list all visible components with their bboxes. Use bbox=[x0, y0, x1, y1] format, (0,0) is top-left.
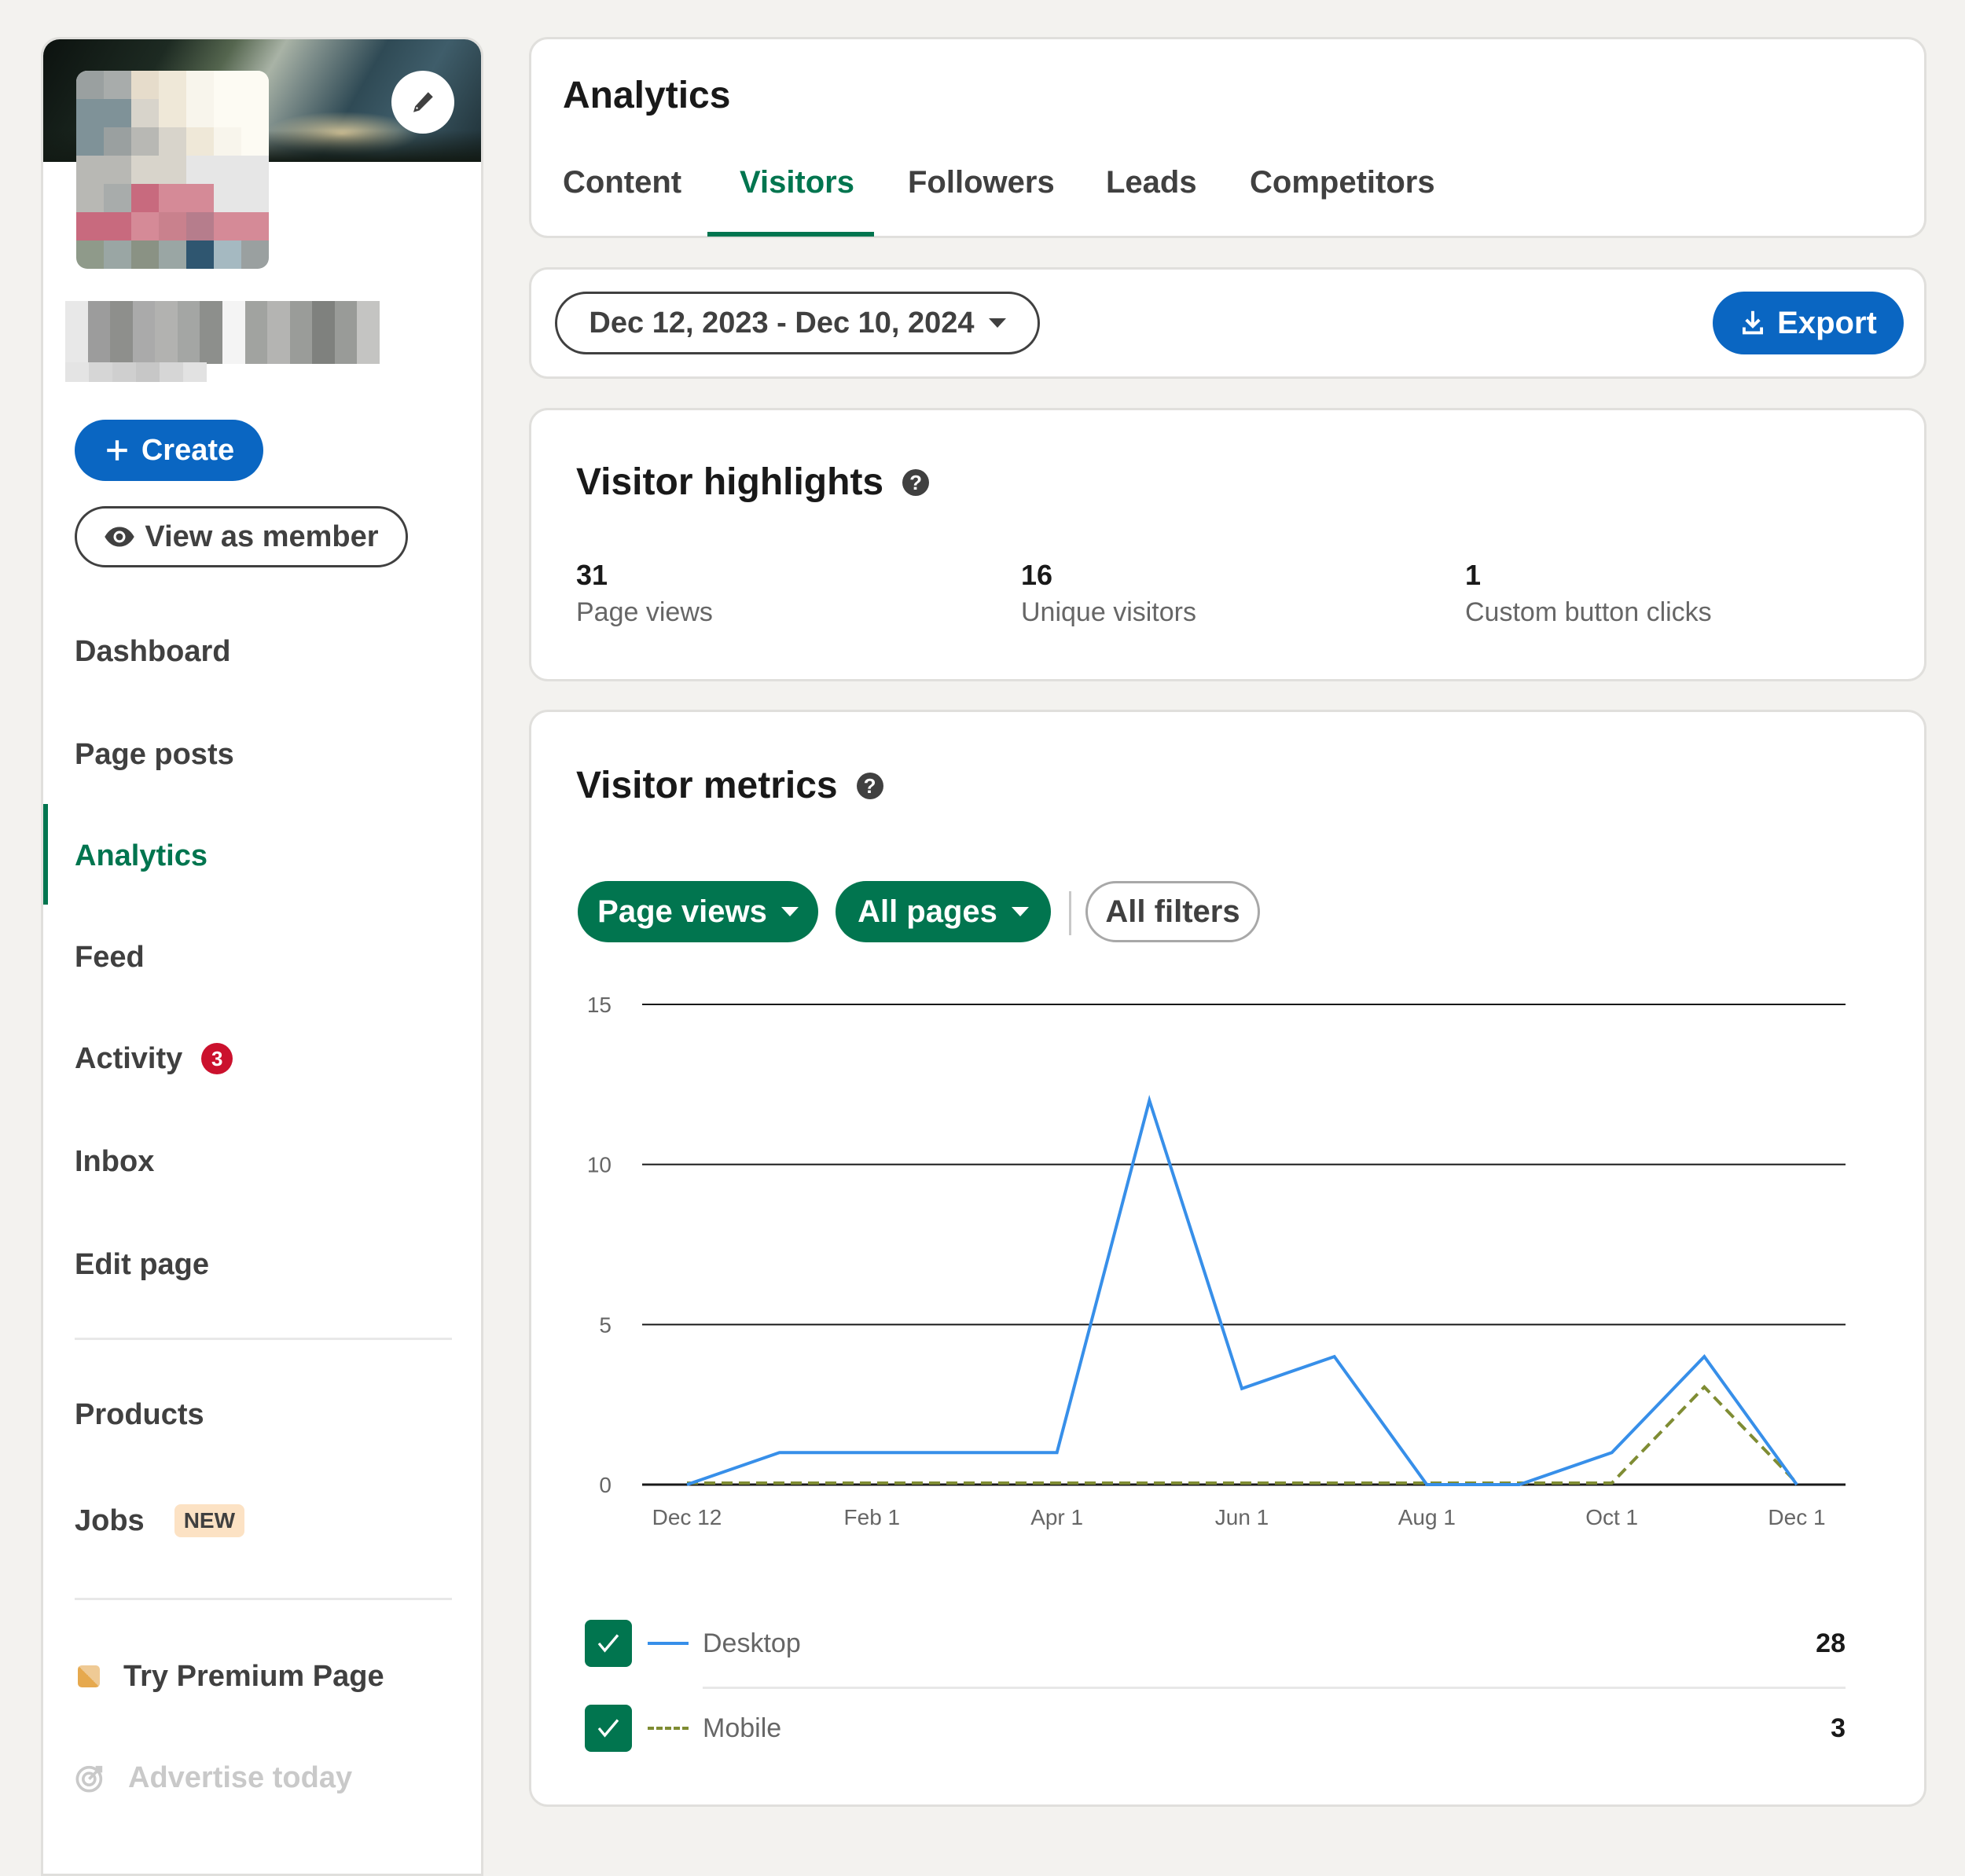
nav-try-premium[interactable]: Try Premium Page bbox=[78, 1653, 384, 1700]
nav-label: Activity bbox=[75, 1035, 182, 1082]
nav-label: Advertise today bbox=[128, 1754, 352, 1801]
page-name-redacted bbox=[65, 301, 380, 364]
mobile-line-swatch bbox=[648, 1727, 689, 1730]
legend-label: Mobile bbox=[703, 1713, 1831, 1744]
notification-badge: 3 bbox=[201, 1043, 233, 1074]
y-tick-label: 0 bbox=[599, 1473, 612, 1497]
y-tick-label: 10 bbox=[587, 1153, 612, 1177]
nav-feed[interactable]: Feed bbox=[75, 934, 145, 981]
tab-content[interactable]: Content bbox=[563, 165, 681, 200]
nav-edit-page[interactable]: Edit page bbox=[75, 1241, 209, 1288]
eye-icon bbox=[104, 525, 135, 549]
nav-products[interactable]: Products bbox=[75, 1391, 204, 1438]
x-tick-label: Dec 12 bbox=[652, 1505, 722, 1529]
legend-label: Desktop bbox=[703, 1628, 1816, 1659]
section-title: Visitor highlights bbox=[576, 461, 883, 504]
stat-unique-visitors: 16 Unique visitors bbox=[1021, 558, 1196, 632]
new-badge: NEW bbox=[174, 1504, 244, 1537]
stat-page-views: 31 Page views bbox=[576, 558, 713, 632]
nav-label: Edit page bbox=[75, 1241, 209, 1288]
page-logo-avatar[interactable] bbox=[76, 71, 269, 269]
nav-analytics[interactable]: Analytics bbox=[75, 832, 208, 879]
nav-label: Page posts bbox=[75, 731, 234, 778]
x-tick-label: Aug 1 bbox=[1398, 1505, 1456, 1529]
nav-jobs[interactable]: Jobs NEW bbox=[75, 1497, 244, 1544]
page-sidebar: Create View as member Dashboard Page pos… bbox=[41, 37, 483, 1876]
nav-activity[interactable]: Activity 3 bbox=[75, 1035, 233, 1082]
nav-label: Try Premium Page bbox=[123, 1653, 384, 1700]
series-line-desktop bbox=[687, 1100, 1797, 1485]
date-range-card: Dec 12, 2023 - Dec 10, 2024 Export bbox=[529, 267, 1926, 379]
tab-competitors[interactable]: Competitors bbox=[1250, 165, 1435, 200]
date-range-label: Dec 12, 2023 - Dec 10, 2024 bbox=[589, 307, 974, 340]
view-as-member-button[interactable]: View as member bbox=[75, 506, 408, 567]
analytics-header-card: Analytics Content Visitors Followers Lea… bbox=[529, 37, 1926, 238]
x-tick-label: Dec 1 bbox=[1768, 1505, 1825, 1529]
x-tick-label: Jun 1 bbox=[1215, 1505, 1269, 1529]
caret-down-icon bbox=[989, 318, 1006, 328]
visitor-metrics-chart: 0 5 10 15 Dec 12 Feb 1 Apr 1 Jun 1 Aug 1 Oct 1 Dec… bbox=[531, 712, 1924, 1577]
checkmark-icon bbox=[594, 1629, 623, 1658]
legend-total: 3 bbox=[1831, 1713, 1846, 1744]
sidebar-divider bbox=[75, 1598, 452, 1600]
x-tick-label: Oct 1 bbox=[1585, 1505, 1638, 1529]
visitor-highlights-heading: Visitor highlights ? bbox=[576, 461, 929, 504]
pencil-icon bbox=[409, 88, 437, 116]
visitor-metrics-card: Visitor metrics ? Page views All pages A… bbox=[529, 710, 1926, 1807]
stat-value: 1 bbox=[1465, 558, 1712, 593]
nav-label: Jobs bbox=[75, 1497, 145, 1544]
active-tab-indicator bbox=[707, 232, 874, 237]
legend-total: 28 bbox=[1816, 1628, 1846, 1659]
desktop-line-swatch bbox=[648, 1642, 689, 1645]
visitor-highlights-card: Visitor highlights ? 31 Page views 16 Un… bbox=[529, 408, 1926, 681]
stat-label: Unique visitors bbox=[1021, 593, 1196, 632]
view-as-member-label: View as member bbox=[145, 520, 378, 554]
create-label: Create bbox=[141, 434, 234, 468]
page-subtitle-redacted bbox=[65, 362, 207, 382]
nav-label: Inbox bbox=[75, 1138, 154, 1185]
x-tick-label: Feb 1 bbox=[844, 1505, 901, 1529]
nav-advertise[interactable]: Advertise today bbox=[75, 1754, 352, 1801]
nav-inbox[interactable]: Inbox bbox=[75, 1138, 154, 1185]
mobile-checkbox[interactable] bbox=[585, 1705, 632, 1752]
tab-followers[interactable]: Followers bbox=[908, 165, 1055, 200]
export-button[interactable]: Export bbox=[1713, 292, 1904, 354]
legend-divider bbox=[703, 1687, 1846, 1689]
nav-label: Dashboard bbox=[75, 628, 230, 675]
target-icon bbox=[75, 1762, 106, 1793]
stat-label: Page views bbox=[576, 593, 713, 632]
download-icon bbox=[1739, 309, 1766, 337]
tab-leads[interactable]: Leads bbox=[1106, 165, 1197, 200]
x-tick-label: Apr 1 bbox=[1030, 1505, 1083, 1529]
stat-value: 31 bbox=[576, 558, 713, 593]
tab-visitors[interactable]: Visitors bbox=[740, 165, 854, 200]
checkmark-icon bbox=[594, 1714, 623, 1742]
date-range-dropdown[interactable]: Dec 12, 2023 - Dec 10, 2024 bbox=[555, 292, 1040, 354]
nav-label: Products bbox=[75, 1391, 204, 1438]
nav-dashboard[interactable]: Dashboard bbox=[75, 628, 230, 675]
nav-label: Feed bbox=[75, 934, 145, 981]
nav-label: Analytics bbox=[75, 832, 208, 879]
legend-item-desktop[interactable]: Desktop 28 bbox=[585, 1616, 1846, 1671]
active-nav-indicator bbox=[43, 804, 48, 905]
stat-value: 16 bbox=[1021, 558, 1196, 593]
help-icon[interactable]: ? bbox=[902, 469, 929, 496]
y-tick-label: 15 bbox=[587, 993, 612, 1017]
legend-item-mobile[interactable]: Mobile 3 bbox=[585, 1701, 1846, 1756]
premium-icon bbox=[78, 1665, 100, 1687]
sidebar-divider bbox=[75, 1338, 452, 1340]
nav-page-posts[interactable]: Page posts bbox=[75, 731, 234, 778]
plus-icon bbox=[104, 437, 130, 464]
edit-cover-button[interactable] bbox=[391, 71, 454, 134]
stat-label: Custom button clicks bbox=[1465, 593, 1712, 632]
desktop-checkbox[interactable] bbox=[585, 1620, 632, 1667]
stat-custom-button-clicks: 1 Custom button clicks bbox=[1465, 558, 1712, 632]
page-title: Analytics bbox=[563, 74, 730, 117]
export-label: Export bbox=[1777, 306, 1877, 341]
y-tick-label: 5 bbox=[599, 1312, 612, 1337]
create-button[interactable]: Create bbox=[75, 420, 263, 481]
